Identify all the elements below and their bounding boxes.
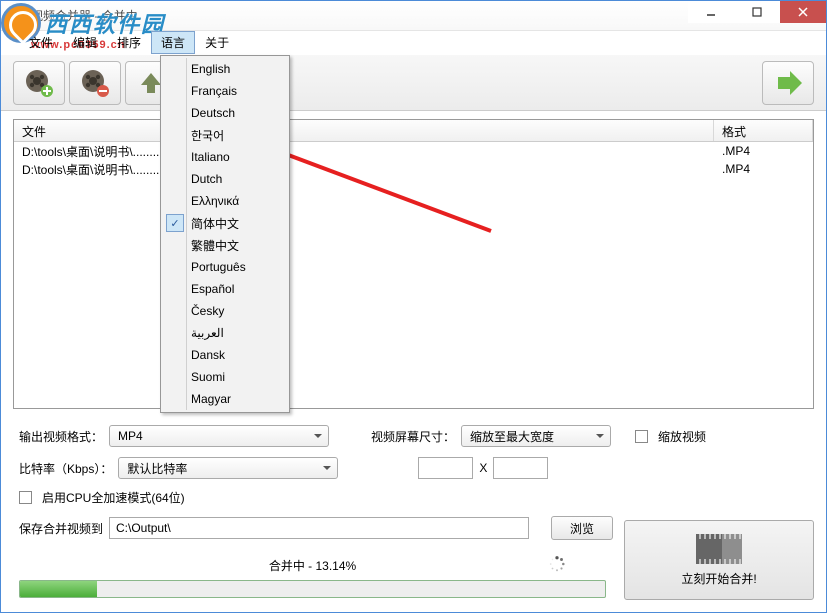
- table-header: 文件 格式: [14, 120, 813, 142]
- go-button[interactable]: [762, 61, 814, 105]
- cell-format: .MP4: [714, 162, 750, 176]
- maximize-button[interactable]: [734, 1, 780, 23]
- lang-greek[interactable]: Ελληνικά: [163, 190, 287, 212]
- lang-dutch[interactable]: Dutch: [163, 168, 287, 190]
- cell-file: D:\tools\桌面\说明书\............11234778.mp4: [14, 161, 714, 178]
- dimension-x: X: [479, 461, 487, 475]
- window-title: 视频合并器 - 合并中: [31, 7, 138, 24]
- screen-size-label: 视频屏幕尺寸：: [371, 428, 455, 445]
- lang-korean[interactable]: 한국어: [163, 124, 287, 146]
- window-controls: [688, 1, 826, 23]
- menu-file[interactable]: 文件: [19, 31, 63, 54]
- lang-simplified-chinese[interactable]: ✓简体中文: [163, 212, 287, 234]
- progress-fill: [20, 581, 97, 597]
- check-icon: ✓: [166, 214, 184, 232]
- lang-dansk[interactable]: Dansk: [163, 344, 287, 366]
- cpu-accel-label: 启用CPU全加速模式(64位): [42, 489, 185, 506]
- lang-traditional-chinese[interactable]: 繁體中文: [163, 234, 287, 256]
- menubar: 文件 编辑 排序 语言 关于: [1, 31, 826, 55]
- screen-size-select[interactable]: 缩放至最大宽度: [461, 425, 611, 447]
- progress-area: 合并中 - 13.14%: [19, 557, 606, 598]
- lang-magyar[interactable]: Magyar: [163, 388, 287, 410]
- table-body: D:\tools\桌面\说明书\............10464225.mp4…: [14, 142, 813, 178]
- menu-sort[interactable]: 排序: [107, 31, 151, 54]
- lang-espanol[interactable]: Español: [163, 278, 287, 300]
- table-row[interactable]: D:\tools\桌面\说明书\............11234778.mp4…: [14, 160, 813, 178]
- width-input[interactable]: [418, 457, 473, 479]
- browse-button[interactable]: 浏览: [551, 516, 613, 540]
- scale-video-label: 缩放视频: [658, 428, 706, 445]
- output-format-select[interactable]: MP4: [109, 425, 329, 447]
- lang-italiano[interactable]: Italiano: [163, 146, 287, 168]
- minimize-button[interactable]: [688, 1, 734, 23]
- lang-arabic[interactable]: العربية: [163, 322, 287, 344]
- lang-suomi[interactable]: Suomi: [163, 366, 287, 388]
- content-area: 文件 格式 D:\tools\桌面\说明书\............104642…: [1, 119, 826, 558]
- menu-edit[interactable]: 编辑: [63, 31, 107, 54]
- lang-portugues[interactable]: Português: [163, 256, 287, 278]
- toolbar: ?: [1, 55, 826, 111]
- col-file[interactable]: 文件: [14, 120, 714, 141]
- cpu-accel-checkbox[interactable]: [19, 491, 32, 504]
- app-icon: ▶: [9, 8, 25, 24]
- height-input[interactable]: [493, 457, 548, 479]
- lang-english[interactable]: English: [163, 58, 287, 80]
- file-table: 文件 格式 D:\tools\桌面\说明书\............104642…: [13, 119, 814, 409]
- lang-francais[interactable]: Français: [163, 80, 287, 102]
- spinner-icon: [548, 555, 566, 573]
- lang-cesky[interactable]: Česky: [163, 300, 287, 322]
- progress-bar: [19, 580, 606, 598]
- film-icon: [699, 534, 739, 564]
- progress-label: 合并中 - 13.14%: [19, 557, 606, 574]
- bitrate-select[interactable]: 默认比特率: [118, 457, 338, 479]
- bitrate-label: 比特率（Kbps）：: [19, 460, 112, 477]
- save-path-label: 保存合并视频到: [19, 520, 103, 537]
- language-dropdown: English Français Deutsch 한국어 Italiano Du…: [160, 55, 290, 413]
- remove-video-button[interactable]: [69, 61, 121, 105]
- merge-button-label: 立刻开始合并!: [681, 570, 756, 587]
- cell-format: .MP4: [714, 144, 750, 158]
- add-video-button[interactable]: [13, 61, 65, 105]
- output-format-label: 输出视频格式：: [19, 428, 103, 445]
- table-row[interactable]: D:\tools\桌面\说明书\............10464225.mp4…: [14, 142, 813, 160]
- col-format[interactable]: 格式: [714, 120, 813, 141]
- save-path-input[interactable]: C:\Output\: [109, 517, 529, 539]
- scale-video-checkbox[interactable]: [635, 430, 648, 443]
- titlebar: ▶ 视频合并器 - 合并中: [1, 1, 826, 31]
- menu-language[interactable]: 语言: [151, 31, 195, 54]
- close-button[interactable]: [780, 1, 826, 23]
- menu-about[interactable]: 关于: [195, 31, 239, 54]
- cell-file: D:\tools\桌面\说明书\............10464225.mp4: [14, 143, 714, 160]
- start-merge-button[interactable]: 立刻开始合并!: [624, 520, 814, 600]
- lang-deutsch[interactable]: Deutsch: [163, 102, 287, 124]
